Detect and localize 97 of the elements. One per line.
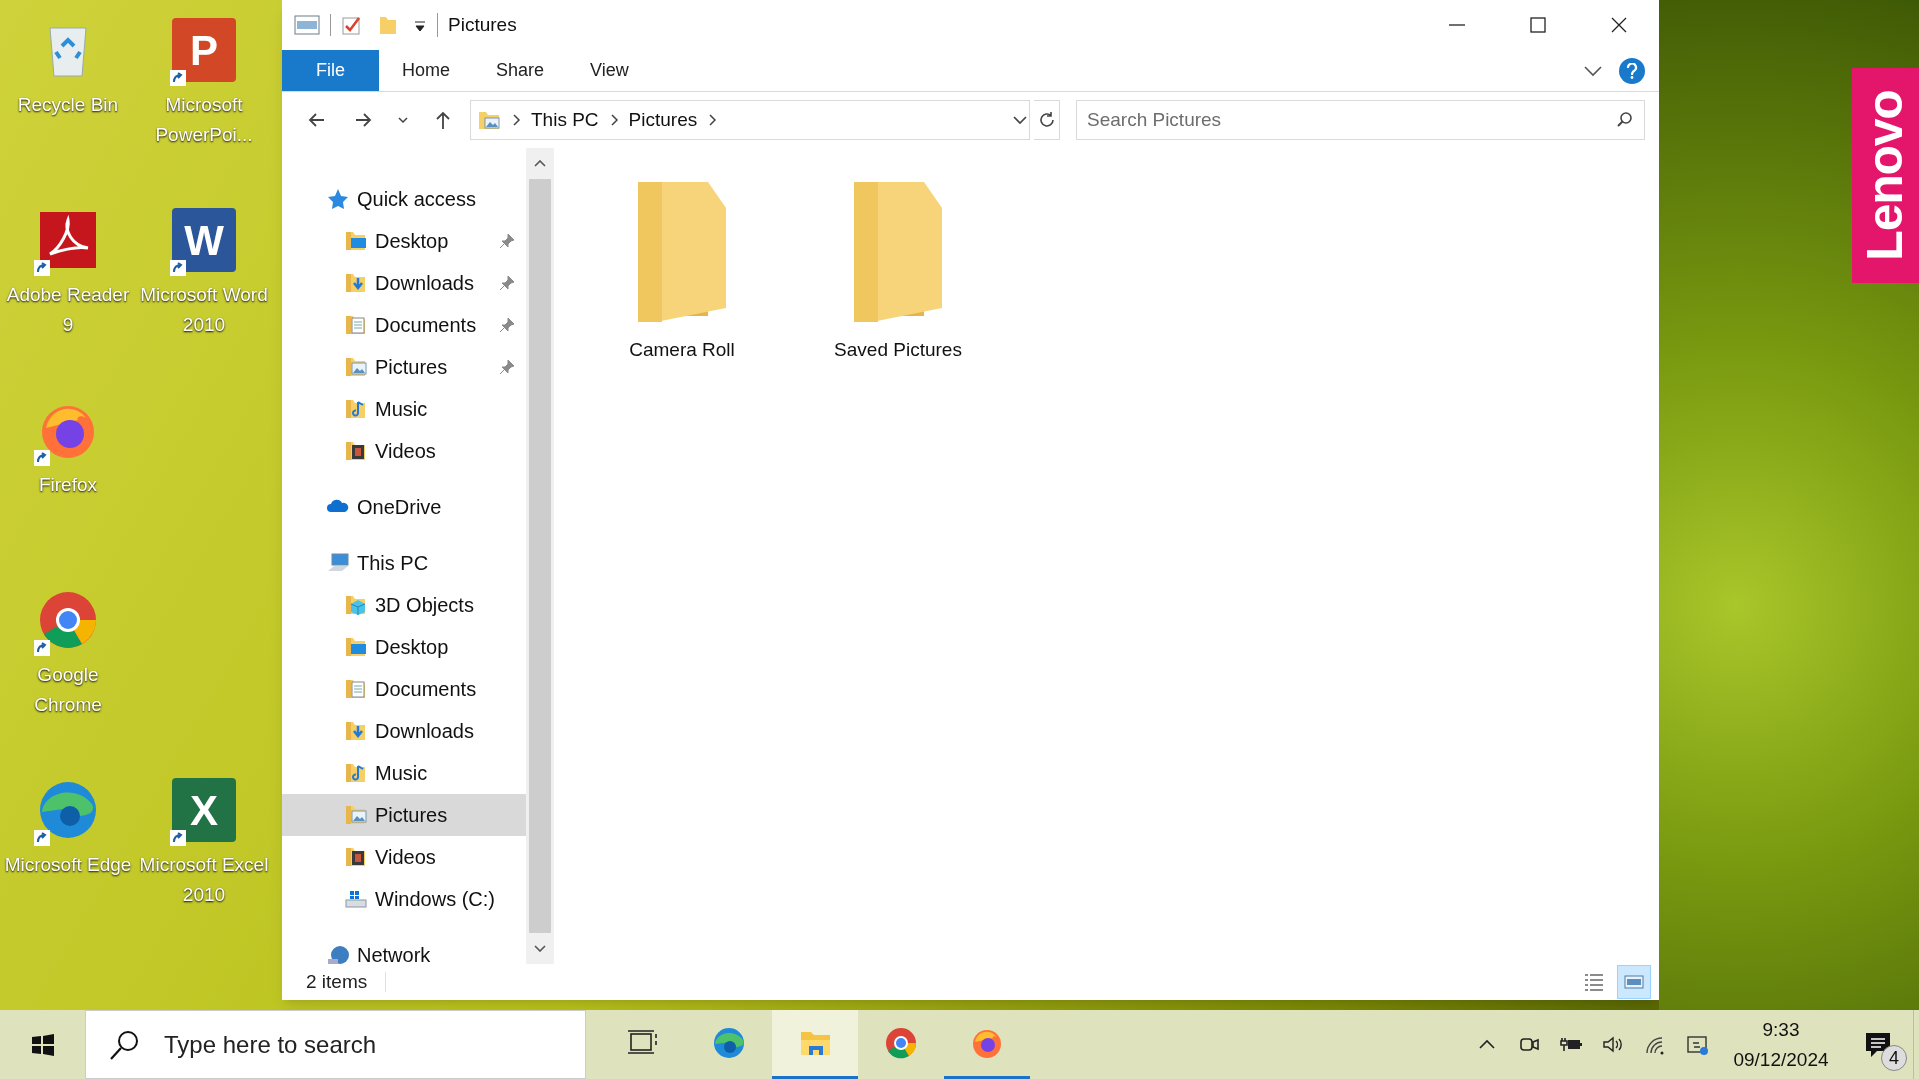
nav-item-label: Windows (C:) bbox=[375, 887, 496, 912]
folder-icon bbox=[344, 719, 368, 743]
folder-icon bbox=[344, 271, 368, 295]
nav-item[interactable]: Desktop bbox=[282, 626, 526, 668]
nav-item-label: 3D Objects bbox=[375, 593, 475, 618]
nav-item-label: Pictures bbox=[375, 803, 449, 828]
folder-icon bbox=[344, 439, 368, 463]
nav-item-label: Downloads bbox=[375, 719, 475, 744]
nav-item-label: Music bbox=[375, 397, 429, 422]
folder-icon bbox=[344, 229, 368, 253]
star-icon bbox=[326, 187, 350, 211]
ribbon-tab[interactable]: File bbox=[282, 50, 379, 91]
nav-item-label: Documents bbox=[375, 313, 478, 338]
breadcrumb-item[interactable]: Pictures bbox=[628, 105, 698, 135]
folder-icon bbox=[344, 635, 368, 659]
notification-count: 4 bbox=[1881, 1045, 1907, 1071]
folder-icon bbox=[344, 677, 368, 701]
taskbar-search-field[interactable]: Type here to search bbox=[164, 1019, 585, 1070]
folder-icon bbox=[344, 761, 368, 785]
breadcrumb-item[interactable]: This PC bbox=[531, 105, 599, 135]
nav-item[interactable]: Videos bbox=[282, 430, 526, 472]
nav-item-label: Network bbox=[357, 943, 432, 964]
folder-icon bbox=[344, 355, 368, 379]
nav-item[interactable]: Desktop bbox=[282, 220, 526, 262]
nav-item[interactable]: Downloads bbox=[282, 262, 526, 304]
nav-item-label: Desktop bbox=[375, 229, 450, 254]
nav-item[interactable]: Documents bbox=[282, 668, 526, 710]
search-icon bbox=[1616, 111, 1634, 129]
status-item-count: 2 items bbox=[306, 969, 368, 994]
search-field[interactable]: Search Pictures bbox=[1087, 102, 1616, 138]
folder-icon bbox=[344, 593, 368, 617]
folder-icon bbox=[344, 397, 368, 421]
nav-item[interactable]: Downloads bbox=[282, 710, 526, 752]
nav-item-label: Music bbox=[375, 761, 429, 786]
scroll-up-icon bbox=[534, 160, 546, 167]
nav-item[interactable]: Quick access bbox=[282, 178, 526, 220]
nav-item-label: Documents bbox=[375, 677, 478, 702]
app-logo-icon: P bbox=[172, 18, 236, 82]
maximize-icon bbox=[1529, 17, 1546, 33]
nav-item[interactable]: Music bbox=[282, 752, 526, 794]
ribbon-tab[interactable]: Share bbox=[473, 50, 568, 91]
chevron-right-icon bbox=[511, 113, 521, 127]
minimize-icon bbox=[1448, 24, 1465, 26]
checkmark-icon[interactable] bbox=[341, 14, 363, 36]
nav-item[interactable]: Windows (C:) bbox=[282, 878, 526, 920]
chevron-right-icon bbox=[707, 113, 718, 127]
nav-item-label: This PC bbox=[357, 551, 430, 576]
app-logo-icon: X bbox=[172, 778, 236, 842]
question-mark-icon bbox=[1626, 62, 1638, 79]
refresh-button[interactable] bbox=[1034, 100, 1060, 140]
nav-item[interactable]: Music bbox=[282, 388, 526, 430]
nav-item-label: Videos bbox=[375, 439, 437, 464]
dropdown-icon[interactable] bbox=[413, 18, 427, 32]
scroll-down-icon bbox=[534, 945, 546, 952]
nav-item[interactable]: Pictures bbox=[282, 794, 526, 836]
nav-item-label: Desktop bbox=[375, 635, 450, 660]
nav-item-label: Videos bbox=[375, 845, 437, 870]
folder-label[interactable]: Saved Pictures bbox=[834, 336, 962, 365]
taskbar-search-box[interactable]: Type here to search bbox=[85, 1010, 586, 1079]
nav-item[interactable]: Pictures bbox=[282, 346, 526, 388]
nav-item-label: Pictures bbox=[375, 355, 449, 380]
nav-item[interactable]: 3D Objects bbox=[282, 584, 526, 626]
app-logo-icon: W bbox=[172, 208, 236, 272]
nav-item-label: Quick access bbox=[357, 187, 477, 212]
nav-item-label: OneDrive bbox=[357, 495, 443, 520]
view-button[interactable] bbox=[1617, 965, 1651, 999]
scrollbar[interactable] bbox=[526, 148, 554, 964]
nav-item[interactable]: OneDrive bbox=[282, 486, 526, 528]
browser-circle-icon bbox=[884, 1026, 918, 1060]
search-box[interactable]: Search Pictures bbox=[1076, 100, 1645, 140]
windows-logo-icon bbox=[30, 1032, 55, 1057]
ribbon-tab[interactable]: View bbox=[567, 50, 652, 91]
wave-circle-icon bbox=[712, 1026, 746, 1060]
nav-item[interactable]: Videos bbox=[282, 836, 526, 878]
chevron-down-icon bbox=[398, 117, 408, 123]
folder-label[interactable]: Camera Roll bbox=[629, 336, 735, 365]
close-icon bbox=[1610, 17, 1627, 33]
folder-icon bbox=[344, 313, 368, 337]
clock[interactable]: 9:33 09/12/2024 bbox=[1719, 1010, 1843, 1079]
chevron-right-icon bbox=[608, 113, 619, 127]
taskbar-app-button[interactable] bbox=[772, 1010, 858, 1079]
notification-button[interactable]: 4 bbox=[1843, 1010, 1913, 1079]
nav-item-label: Downloads bbox=[375, 271, 475, 296]
nav-item[interactable]: Documents bbox=[282, 304, 526, 346]
brand-text: Lenovo bbox=[1856, 90, 1914, 261]
pictures-folder-icon bbox=[477, 109, 501, 131]
address-bar[interactable]: This PC Pictures bbox=[470, 100, 1030, 140]
folder-icon bbox=[344, 803, 368, 827]
window-icon bbox=[294, 14, 320, 36]
globe-icon bbox=[326, 943, 350, 964]
window-title: Pictures bbox=[448, 12, 518, 37]
help-button[interactable] bbox=[1619, 57, 1645, 84]
ribbon-tab[interactable]: Home bbox=[379, 50, 474, 91]
nav-item[interactable]: This PC bbox=[282, 542, 526, 584]
nav-item[interactable]: Network bbox=[282, 934, 526, 964]
folder-icon bbox=[344, 845, 368, 869]
chevron-down-icon[interactable] bbox=[1011, 113, 1029, 127]
